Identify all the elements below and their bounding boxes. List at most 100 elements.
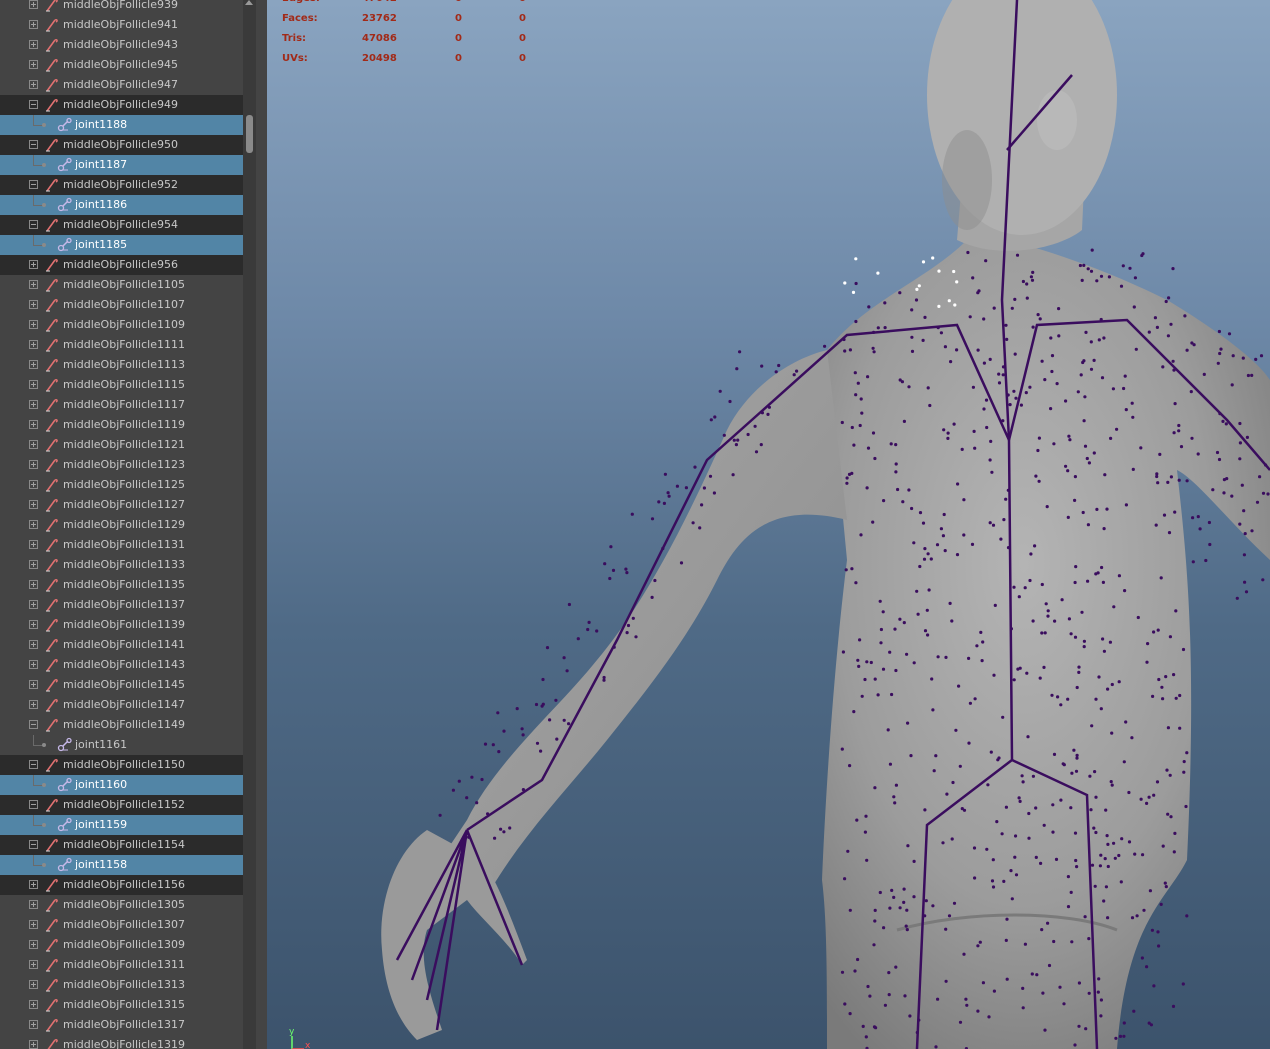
outliner-joint-row[interactable]: joint1160 (0, 775, 243, 795)
expand-plus-icon[interactable] (29, 620, 38, 629)
outliner-follicle-row[interactable]: middleObjFollicle1105 (0, 275, 243, 295)
outliner-follicle-row[interactable]: middleObjFollicle1311 (0, 955, 243, 975)
outliner-follicle-row[interactable]: middleObjFollicle1125 (0, 475, 243, 495)
outliner-follicle-row[interactable]: middleObjFollicle1133 (0, 555, 243, 575)
outliner-follicle-row[interactable]: middleObjFollicle947 (0, 75, 243, 95)
outliner-follicle-row[interactable]: middleObjFollicle1127 (0, 495, 243, 515)
outliner-follicle-row[interactable]: middleObjFollicle1152 (0, 795, 243, 815)
expand-plus-icon[interactable] (29, 320, 38, 329)
outliner-follicle-row[interactable]: middleObjFollicle1141 (0, 635, 243, 655)
outliner-joint-row[interactable]: joint1159 (0, 815, 243, 835)
expand-plus-icon[interactable] (29, 420, 38, 429)
outliner-follicle-row[interactable]: middleObjFollicle1156 (0, 875, 243, 895)
outliner-joint-row[interactable]: joint1186 (0, 195, 243, 215)
expand-plus-icon[interactable] (29, 540, 38, 549)
outliner-follicle-row[interactable]: middleObjFollicle1305 (0, 895, 243, 915)
outliner-follicle-row[interactable]: middleObjFollicle1129 (0, 515, 243, 535)
outliner-follicle-row[interactable]: middleObjFollicle1107 (0, 295, 243, 315)
expand-plus-icon[interactable] (29, 900, 38, 909)
outliner-joint-row[interactable]: joint1161 (0, 735, 243, 755)
expand-plus-icon[interactable] (29, 280, 38, 289)
outliner-joint-row[interactable]: joint1188 (0, 115, 243, 135)
expand-plus-icon[interactable] (29, 660, 38, 669)
outliner-follicle-row[interactable]: middleObjFollicle1154 (0, 835, 243, 855)
expand-plus-icon[interactable] (29, 520, 38, 529)
expand-plus-icon[interactable] (29, 880, 38, 889)
outliner-follicle-row[interactable]: middleObjFollicle1119 (0, 415, 243, 435)
outliner-follicle-row[interactable]: middleObjFollicle1113 (0, 355, 243, 375)
outliner-follicle-row[interactable]: middleObjFollicle1309 (0, 935, 243, 955)
collapse-minus-icon[interactable] (29, 840, 38, 849)
outliner-follicle-row[interactable]: middleObjFollicle1150 (0, 755, 243, 775)
expand-plus-icon[interactable] (29, 300, 38, 309)
outliner-follicle-row[interactable]: middleObjFollicle1145 (0, 675, 243, 695)
collapse-minus-icon[interactable] (29, 800, 38, 809)
expand-plus-icon[interactable] (29, 960, 38, 969)
collapse-minus-icon[interactable] (29, 100, 38, 109)
expand-plus-icon[interactable] (29, 700, 38, 709)
outliner-follicle-row[interactable]: middleObjFollicle956 (0, 255, 243, 275)
expand-plus-icon[interactable] (29, 600, 38, 609)
outliner-follicle-row[interactable]: middleObjFollicle954 (0, 215, 243, 235)
collapse-minus-icon[interactable] (29, 760, 38, 769)
outliner-follicle-row[interactable]: middleObjFollicle1143 (0, 655, 243, 675)
outliner-follicle-row[interactable]: middleObjFollicle949 (0, 95, 243, 115)
outliner-follicle-row[interactable]: middleObjFollicle1123 (0, 455, 243, 475)
expand-plus-icon[interactable] (29, 940, 38, 949)
outliner-follicle-row[interactable]: middleObjFollicle1319 (0, 1035, 243, 1049)
expand-plus-icon[interactable] (29, 560, 38, 569)
expand-plus-icon[interactable] (29, 20, 38, 29)
expand-plus-icon[interactable] (29, 680, 38, 689)
outliner-follicle-row[interactable]: middleObjFollicle1131 (0, 535, 243, 555)
expand-plus-icon[interactable] (29, 80, 38, 89)
outliner-scrollbar[interactable] (243, 0, 256, 1049)
collapse-minus-icon[interactable] (29, 720, 38, 729)
outliner-joint-row[interactable]: joint1187 (0, 155, 243, 175)
outliner-follicle-row[interactable]: middleObjFollicle1137 (0, 595, 243, 615)
expand-plus-icon[interactable] (29, 580, 38, 589)
outliner-follicle-row[interactable]: middleObjFollicle939 (0, 0, 243, 15)
expand-plus-icon[interactable] (29, 640, 38, 649)
outliner-follicle-row[interactable]: middleObjFollicle943 (0, 35, 243, 55)
expand-plus-icon[interactable] (29, 0, 38, 9)
outliner-follicle-row[interactable]: middleObjFollicle1313 (0, 975, 243, 995)
outliner-follicle-row[interactable]: middleObjFollicle1139 (0, 615, 243, 635)
outliner-follicle-row[interactable]: middleObjFollicle1121 (0, 435, 243, 455)
outliner-follicle-row[interactable]: middleObjFollicle952 (0, 175, 243, 195)
collapse-minus-icon[interactable] (29, 220, 38, 229)
scroll-up-arrow-icon[interactable] (245, 0, 253, 5)
expand-plus-icon[interactable] (29, 60, 38, 69)
expand-plus-icon[interactable] (29, 360, 38, 369)
outliner-follicle-row[interactable]: middleObjFollicle1315 (0, 995, 243, 1015)
viewport-3d[interactable]: Edges: 47642 0 0 Faces: 23762 0 0 Tris: 47086 0 0 UV… (267, 0, 1270, 1049)
expand-plus-icon[interactable] (29, 980, 38, 989)
expand-plus-icon[interactable] (29, 1040, 38, 1049)
expand-plus-icon[interactable] (29, 340, 38, 349)
expand-plus-icon[interactable] (29, 40, 38, 49)
outliner-follicle-row[interactable]: middleObjFollicle1111 (0, 335, 243, 355)
outliner-follicle-row[interactable]: middleObjFollicle950 (0, 135, 243, 155)
outliner-follicle-row[interactable]: middleObjFollicle1317 (0, 1015, 243, 1035)
expand-plus-icon[interactable] (29, 480, 38, 489)
outliner-follicle-row[interactable]: middleObjFollicle941 (0, 15, 243, 35)
outliner-joint-row[interactable]: joint1158 (0, 855, 243, 875)
expand-plus-icon[interactable] (29, 1020, 38, 1029)
outliner-joint-row[interactable]: joint1185 (0, 235, 243, 255)
expand-plus-icon[interactable] (29, 1000, 38, 1009)
scroll-thumb[interactable] (246, 115, 253, 153)
expand-plus-icon[interactable] (29, 380, 38, 389)
outliner-follicle-row[interactable]: middleObjFollicle1109 (0, 315, 243, 335)
expand-plus-icon[interactable] (29, 260, 38, 269)
outliner-follicle-row[interactable]: middleObjFollicle1147 (0, 695, 243, 715)
outliner-follicle-row[interactable]: middleObjFollicle1149 (0, 715, 243, 735)
collapse-minus-icon[interactable] (29, 140, 38, 149)
expand-plus-icon[interactable] (29, 500, 38, 509)
expand-plus-icon[interactable] (29, 400, 38, 409)
panel-splitter[interactable] (256, 0, 267, 1049)
outliner-follicle-row[interactable]: middleObjFollicle945 (0, 55, 243, 75)
expand-plus-icon[interactable] (29, 440, 38, 449)
outliner-follicle-row[interactable]: middleObjFollicle1117 (0, 395, 243, 415)
outliner-follicle-row[interactable]: middleObjFollicle1135 (0, 575, 243, 595)
expand-plus-icon[interactable] (29, 460, 38, 469)
outliner-follicle-row[interactable]: middleObjFollicle1307 (0, 915, 243, 935)
